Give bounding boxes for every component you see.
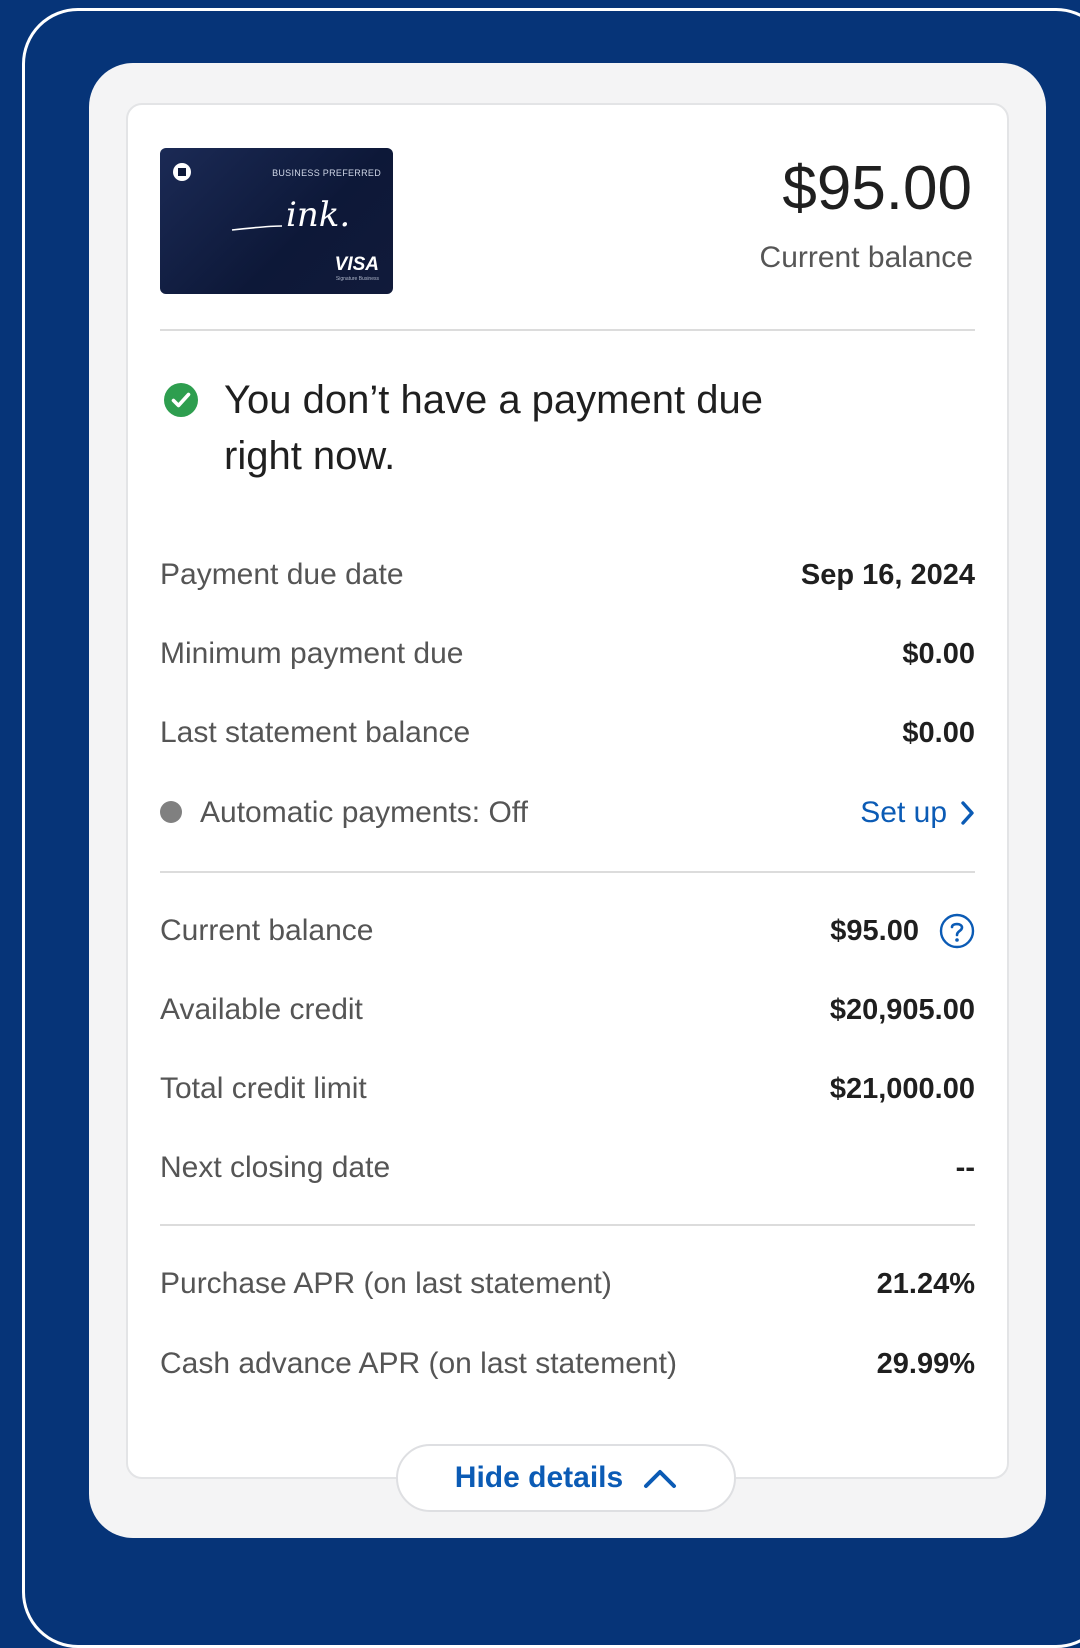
- visa-logo: VISA: [334, 254, 379, 275]
- credit-card-image: BUSINESS PREFERRED ink. VISA Signature B…: [160, 148, 393, 294]
- minimum-payment-row: Minimum payment due $0.00: [160, 634, 975, 674]
- row-label: Cash advance APR (on last statement): [160, 1347, 677, 1380]
- row-label: Total credit limit: [160, 1072, 367, 1105]
- autopay-row: Automatic payments: Off Set up: [160, 793, 975, 833]
- row-value: $20,905.00: [829, 993, 975, 1026]
- ink-wordmark: ink.: [231, 195, 350, 235]
- row-value: $95.00: [830, 914, 919, 947]
- row-value: --: [955, 1151, 975, 1184]
- setup-autopay-link[interactable]: Set up: [860, 796, 975, 830]
- cash-advance-apr-row: Cash advance APR (on last statement) 29.…: [160, 1344, 975, 1384]
- question-circle-icon[interactable]: [939, 913, 975, 949]
- row-label: Minimum payment due: [160, 637, 464, 670]
- row-label: Last statement balance: [160, 716, 471, 749]
- current-balance-label: Current balance: [759, 241, 973, 274]
- divider: [160, 871, 975, 873]
- divider: [160, 329, 975, 331]
- check-circle-icon: [164, 383, 198, 417]
- payment-due-date-row: Payment due date Sep 16, 2024: [160, 555, 975, 595]
- row-value: 29.99%: [876, 1347, 975, 1380]
- total-credit-limit-row: Total credit limit $21,000.00: [160, 1069, 975, 1109]
- visa-subtext: Signature Business: [335, 276, 379, 282]
- row-label: Purchase APR (on last statement): [160, 1267, 612, 1300]
- setup-label: Set up: [860, 796, 947, 829]
- chevron-up-icon: [644, 1470, 677, 1488]
- row-value: $0.00: [902, 716, 975, 749]
- status-dot-icon: [160, 801, 182, 824]
- chevron-right-icon: [961, 801, 974, 825]
- row-label: Available credit: [160, 993, 363, 1026]
- row-value: $21,000.00: [829, 1072, 975, 1105]
- svg-text:ink.: ink.: [286, 195, 350, 235]
- row-label: Payment due date: [160, 558, 404, 591]
- row-label: Next closing date: [160, 1151, 391, 1184]
- chase-logo-icon: [173, 163, 191, 181]
- hide-details-label: Hide details: [454, 1461, 624, 1494]
- row-value: 21.24%: [876, 1267, 975, 1300]
- current-balance-amount: $95.00: [782, 154, 972, 223]
- next-closing-date-row: Next closing date --: [160, 1148, 975, 1188]
- last-statement-balance-row: Last statement balance $0.00: [160, 713, 975, 753]
- card-tier-text: BUSINESS PREFERRED: [272, 168, 381, 178]
- row-value: Sep 16, 2024: [800, 558, 975, 591]
- hide-details-button[interactable]: Hide details: [396, 1444, 736, 1512]
- autopay-status: Automatic payments: Off: [160, 796, 528, 830]
- no-payment-due-message: You don’t have a payment due right now.: [224, 378, 763, 478]
- divider: [160, 1224, 975, 1226]
- available-credit-row: Available credit $20,905.00: [160, 990, 975, 1030]
- autopay-label: Automatic payments: Off: [200, 796, 528, 829]
- row-value: $0.00: [902, 637, 975, 670]
- row-label: Current balance: [160, 914, 374, 947]
- current-balance-row: Current balance $95.00: [160, 911, 975, 951]
- purchase-apr-row: Purchase APR (on last statement) 21.24%: [160, 1264, 975, 1304]
